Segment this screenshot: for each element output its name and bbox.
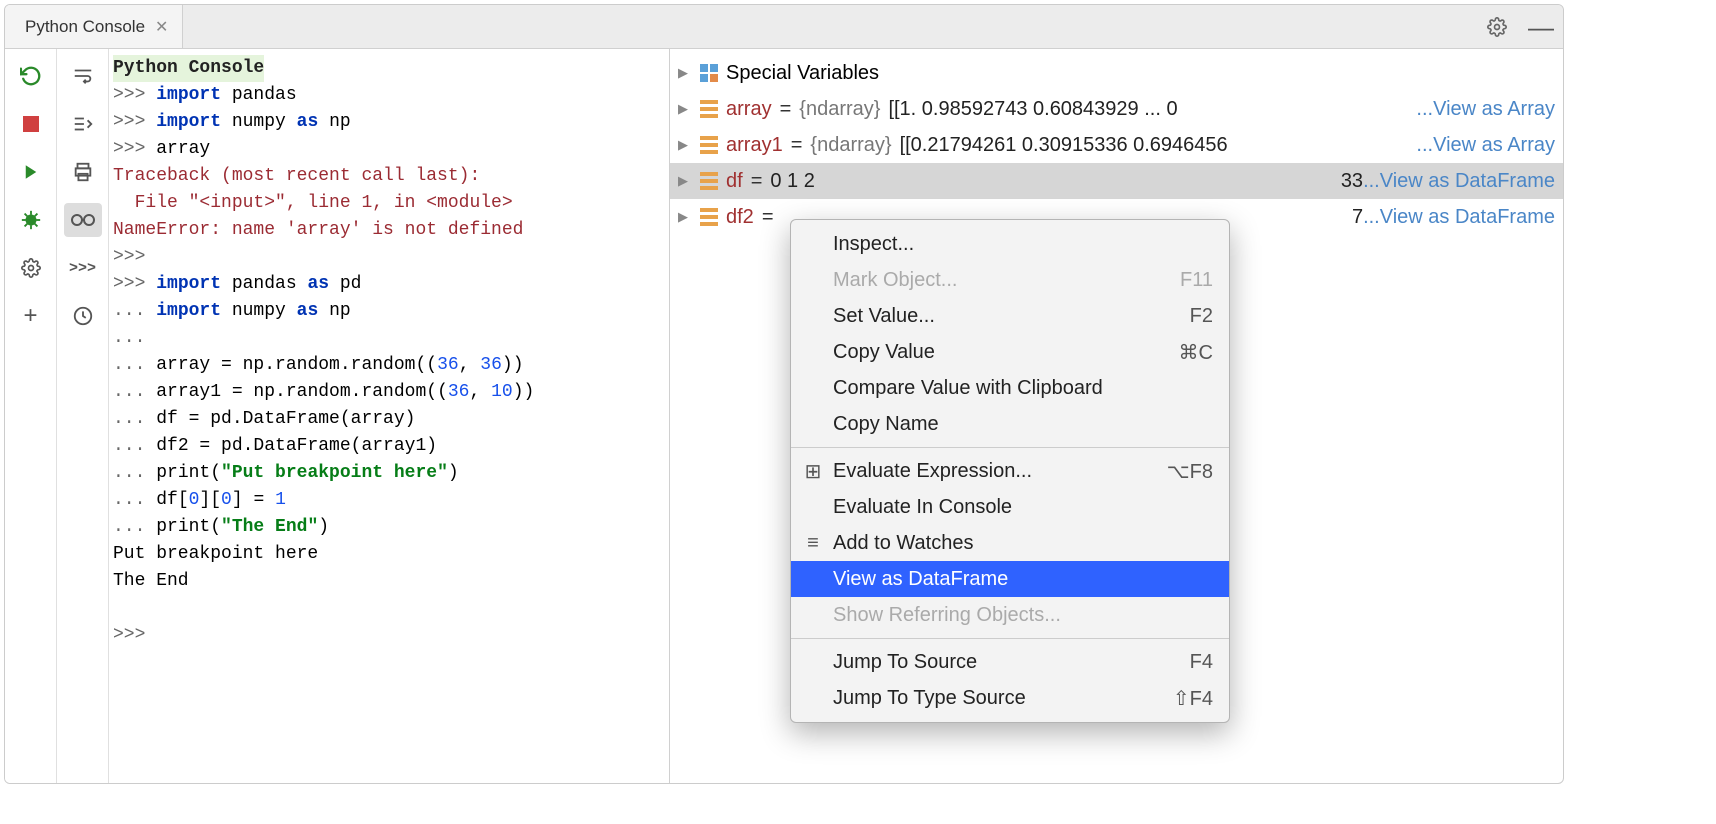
menu-item-view-as-dataframe[interactable]: View as DataFrame (791, 561, 1229, 597)
menu-item-add-to-watches[interactable]: ≡ Add to Watches (791, 525, 1229, 561)
variable-name: array1 (726, 134, 783, 157)
print-button[interactable] (64, 155, 102, 189)
stop-button[interactable] (14, 107, 48, 141)
view-as-link[interactable]: ...View as Array (1416, 134, 1555, 157)
chevron-right-icon: ▶ (678, 137, 692, 153)
variable-name: df (726, 170, 743, 193)
menu-item-compare-value-with-clipboard[interactable]: Compare Value with Clipboard (791, 370, 1229, 406)
show-variables-button[interactable] (64, 203, 102, 237)
variables-panel: ▶ Special Variables ▶array = {ndarray} [… (670, 49, 1563, 783)
chevron-right-icon: ▶ (678, 209, 692, 225)
gear-icon[interactable] (1475, 5, 1519, 49)
grid-icon (700, 64, 718, 82)
menu-icon: ≡ (803, 532, 823, 555)
array-icon (700, 172, 718, 190)
chevron-right-icon: ▶ (678, 65, 692, 81)
python-console-toolwindow: Python Console ✕ — + (4, 4, 1564, 784)
menu-label: Copy Name (833, 413, 1213, 436)
softwrap-button[interactable] (64, 59, 102, 93)
scroll-to-end-button[interactable] (64, 107, 102, 141)
menu-shortcut: ⌥F8 (1167, 459, 1213, 484)
menu-label: Show Referring Objects... (833, 604, 1213, 627)
tab-label: Python Console (25, 17, 145, 37)
variable-row-array[interactable]: ▶array = {ndarray} [[1. 0.98592743 0.608… (670, 91, 1563, 127)
menu-label: Mark Object... (833, 269, 1180, 292)
menu-shortcut: ⇧F4 (1173, 686, 1213, 711)
menu-label: Evaluate Expression... (833, 460, 1167, 483)
variable-row-array1[interactable]: ▶array1 = {ndarray} [[0.21794261 0.30915… (670, 127, 1563, 163)
menu-label: View as DataFrame (833, 568, 1213, 591)
special-variables-label: Special Variables (726, 62, 879, 85)
menu-item-inspect[interactable]: Inspect... (791, 226, 1229, 262)
rerun-button[interactable] (14, 59, 48, 93)
minimize-icon[interactable]: — (1519, 5, 1563, 49)
view-as-link[interactable]: ...View as DataFrame (1363, 170, 1555, 193)
array-icon (700, 136, 718, 154)
add-button[interactable]: + (14, 299, 48, 333)
menu-label: Jump To Type Source (833, 687, 1173, 710)
view-as-link[interactable]: ...View as Array (1416, 98, 1555, 121)
run-button[interactable] (14, 155, 48, 189)
menu-item-show-referring-objects: Show Referring Objects... (791, 597, 1229, 633)
chevron-right-icon: ▶ (678, 173, 692, 189)
left-action-gutter: + (5, 49, 57, 783)
history-button[interactable] (64, 299, 102, 333)
menu-item-evaluate-expression[interactable]: ⊞ Evaluate Expression...⌥F8 (791, 453, 1229, 489)
menu-shortcut: F11 (1180, 269, 1213, 292)
menu-item-set-value[interactable]: Set Value...F2 (791, 298, 1229, 334)
variable-value: [[0.21794261 0.30915336 0.6946456 (900, 134, 1228, 157)
menu-label: Jump To Source (833, 651, 1190, 674)
variable-type: {ndarray} (799, 98, 880, 121)
tabbar: Python Console ✕ — (5, 5, 1563, 49)
special-variables-row[interactable]: ▶ Special Variables (670, 55, 1563, 91)
settings-button[interactable] (14, 251, 48, 285)
menu-label: Set Value... (833, 305, 1190, 328)
menu-icon: ⊞ (803, 459, 823, 484)
console-toolbar: >>> (57, 49, 109, 783)
view-as-link[interactable]: ...View as DataFrame (1363, 206, 1555, 229)
menu-label: Inspect... (833, 233, 1213, 256)
variable-value: [[1. 0.98592743 0.60843929 ... 0 (888, 98, 1177, 121)
tab-python-console[interactable]: Python Console ✕ (5, 5, 183, 48)
menu-shortcut: F4 (1190, 651, 1213, 674)
menu-item-jump-to-type-source[interactable]: Jump To Type Source⇧F4 (791, 680, 1229, 716)
variable-type: {ndarray} (810, 134, 891, 157)
context-menu: Inspect...Mark Object...F11Set Value...F… (790, 219, 1230, 723)
variable-name: array (726, 98, 772, 121)
menu-label: Compare Value with Clipboard (833, 377, 1213, 400)
menu-item-copy-name[interactable]: Copy Name (791, 406, 1229, 442)
close-icon[interactable]: ✕ (155, 17, 168, 37)
menu-separator (791, 447, 1229, 448)
variable-value: 0 1 2 (770, 170, 814, 193)
chevron-right-icon: ▶ (678, 101, 692, 117)
array-icon (700, 208, 718, 226)
menu-label: Evaluate In Console (833, 496, 1213, 519)
variable-name: df2 (726, 206, 754, 229)
menu-item-evaluate-in-console[interactable]: Evaluate In Console (791, 489, 1229, 525)
variable-row-df[interactable]: ▶df = 0 1 233 ...View as DataFrame (670, 163, 1563, 199)
menu-label: Add to Watches (833, 532, 1213, 555)
menu-shortcut: F2 (1190, 305, 1213, 328)
browse-history-button[interactable]: >>> (64, 251, 102, 285)
debug-button[interactable] (14, 203, 48, 237)
menu-item-copy-value[interactable]: Copy Value⌘C (791, 334, 1229, 370)
menu-separator (791, 638, 1229, 639)
menu-item-mark-object: Mark Object...F11 (791, 262, 1229, 298)
menu-label: Copy Value (833, 341, 1179, 364)
array-icon (700, 100, 718, 118)
console-output[interactable]: Python Console >>> import pandas >>> imp… (109, 49, 669, 783)
menu-shortcut: ⌘C (1179, 340, 1213, 365)
menu-item-jump-to-source[interactable]: Jump To SourceF4 (791, 644, 1229, 680)
